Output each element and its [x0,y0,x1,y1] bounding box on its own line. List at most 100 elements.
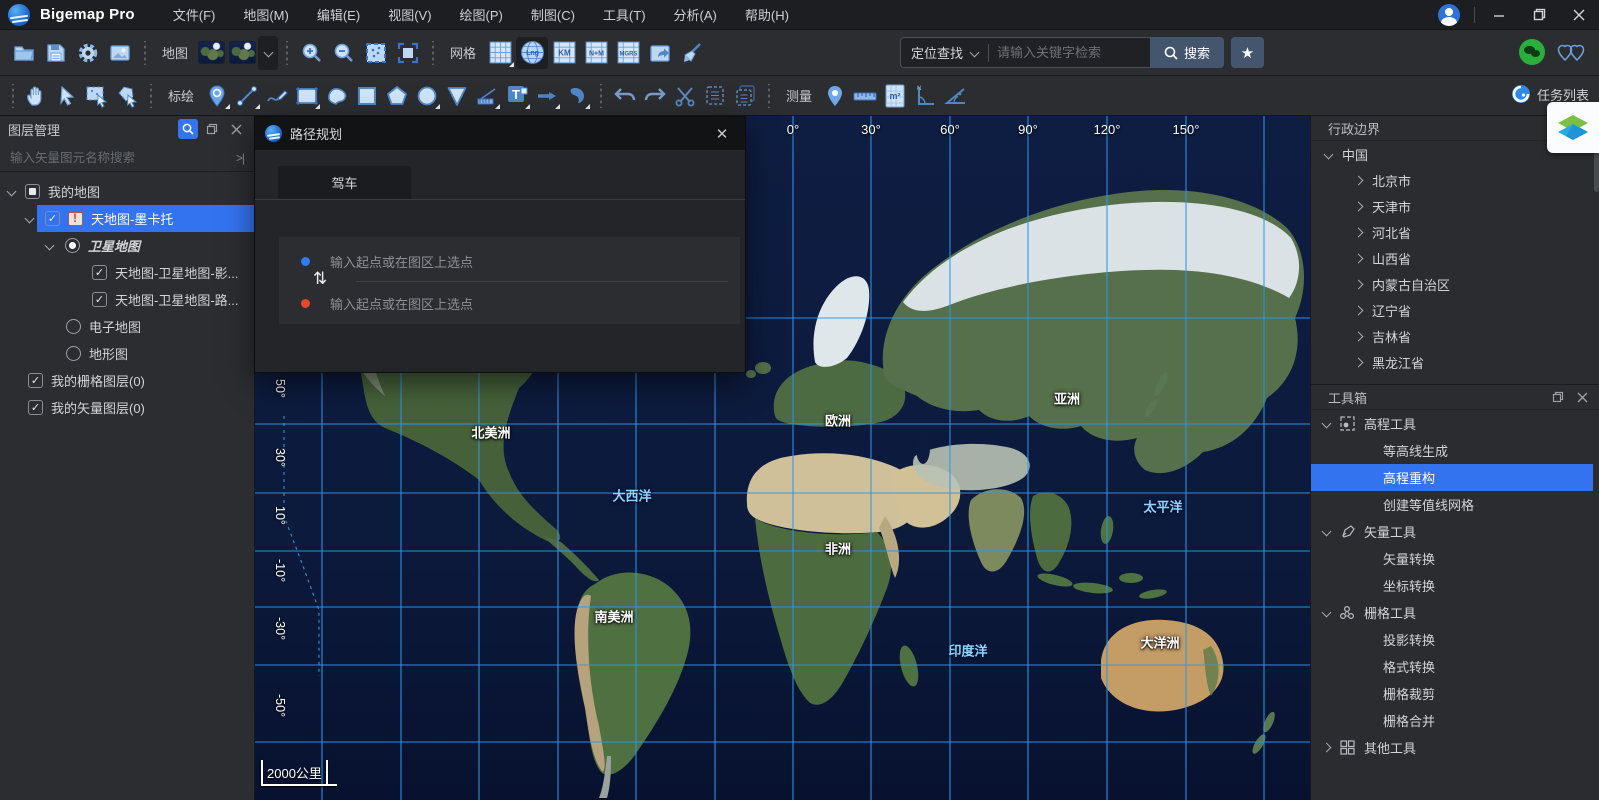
float-panel-icon[interactable] [202,119,222,139]
chevron-right-icon[interactable] [1322,743,1332,753]
clear-broom-button[interactable] [676,37,708,69]
layer-search-button[interactable] [178,119,198,139]
chevron-down-icon[interactable] [1322,527,1332,537]
tool-vector-convert[interactable]: 矢量转换 [1311,545,1599,572]
plot-freehand-polygon-tool[interactable] [322,81,352,111]
basemap-dropdown-button[interactable] [258,36,278,70]
checkbox-checked[interactable]: ✓ [28,400,43,415]
checkbox-checked[interactable]: ✓ [92,292,107,307]
tool-raster-merge[interactable]: 栅格合并 [1311,707,1599,734]
chevron-right-icon[interactable] [1354,357,1364,367]
dialog-title-bar[interactable]: 路径规划 ✕ [255,117,745,150]
plot-sector-tool[interactable] [442,81,472,111]
menu-analysis[interactable]: 分析(A) [662,1,729,28]
chevron-down-icon[interactable] [25,214,35,224]
grid-display-button[interactable] [484,37,516,69]
search-button[interactable]: 搜索 [1150,37,1224,68]
plot-rectangle-tool[interactable] [292,81,322,111]
select-rectangle-tool[interactable] [82,81,112,111]
select-polygon-tool[interactable] [112,81,142,111]
share-folder-button[interactable] [644,37,676,69]
measure-distance-tool[interactable] [850,81,880,111]
plot-line-tool[interactable] [232,81,262,111]
measure-point-tool[interactable] [820,81,850,111]
admin-tree-item-neimenggu[interactable]: 内蒙古自治区 [1311,271,1599,297]
admin-tree-item-jilin[interactable]: 吉林省 [1311,323,1599,349]
measure-azimuth-tool[interactable]: N [910,81,940,111]
radio-unselected[interactable] [66,319,81,334]
expand-arrow-icon[interactable]: >| [236,151,244,165]
chevron-down-icon[interactable] [1322,608,1332,618]
chevron-right-icon[interactable] [1354,201,1364,211]
copy-button[interactable] [700,81,730,111]
export-image-button[interactable] [104,37,136,69]
checkbox-checked[interactable]: ✓ [92,265,107,280]
toolbox-group-vector[interactable]: 矢量工具 [1311,518,1599,545]
undo-button[interactable] [610,81,640,111]
chevron-down-icon[interactable] [1322,419,1332,429]
plot-curve-tool[interactable] [262,81,292,111]
measure-angle-tool[interactable] [940,81,970,111]
close-button[interactable] [1559,0,1599,30]
admin-tree-item-hebei[interactable]: 河北省 [1311,219,1599,245]
grid-km-button[interactable]: KM [548,37,580,69]
settings-gear-button[interactable] [72,37,104,69]
radio-selected[interactable] [65,238,80,253]
basemap-thumbnail-2[interactable] [229,41,256,64]
layer-tree-item-my-vector[interactable]: ✓ 我的矢量图层(0) [0,394,254,421]
toolbox-group-raster[interactable]: 栅格工具 [1311,599,1599,626]
plot-circle-tool[interactable] [412,81,442,111]
layer-tree-item-electronic-map[interactable]: 电子地图 [0,313,254,340]
chevron-right-icon[interactable] [1354,227,1364,237]
plot-point-tool[interactable] [202,81,232,111]
save-button[interactable] [40,37,72,69]
toolbox-group-other[interactable]: 其他工具 [1311,734,1599,761]
layer-search-input[interactable] [10,151,236,165]
route-end-input[interactable]: 输入起点或在图区上选点 [279,285,740,321]
chevron-down-icon[interactable] [1324,149,1334,159]
plot-arrow-tool[interactable] [532,81,562,111]
menu-edit[interactable]: 编辑(E) [305,1,372,28]
cut-scissors-button[interactable] [670,81,700,111]
tool-create-isoline-grid[interactable]: 创建等值线网格 [1311,491,1599,518]
layer-tree-item-my-raster[interactable]: ✓ 我的栅格图层(0) [0,367,254,394]
open-file-button[interactable] [8,37,40,69]
grid-mgrs-button[interactable]: MGRS [612,37,644,69]
restore-button[interactable] [1519,0,1559,30]
menu-help[interactable]: 帮助(H) [733,1,801,28]
wechat-icon[interactable] [1519,39,1545,65]
plot-slope-tool[interactable] [472,81,502,111]
menu-map[interactable]: 地图(M) [231,1,301,28]
close-panel-icon[interactable] [1572,387,1592,407]
zoom-in-button[interactable] [296,37,328,69]
full-extent-button[interactable] [392,37,424,69]
admin-tree-item-heilongjiang[interactable]: 黑龙江省 [1311,349,1599,375]
menu-view[interactable]: 视图(V) [376,1,443,28]
checkbox-indeterminate[interactable] [25,184,40,199]
layer-tree-item-my-map[interactable]: 我的地图 [0,178,254,205]
layer-tree-item-terrain-map[interactable]: 地形图 [0,340,254,367]
tool-elevation-reconstruction[interactable]: 高程重构 [1311,464,1593,491]
dialog-close-icon[interactable]: ✕ [709,121,735,147]
tool-raster-clip[interactable]: 栅格裁剪 [1311,680,1599,707]
chevron-right-icon[interactable] [1354,305,1364,315]
route-start-input[interactable]: 输入起点或在图区上选点 [279,243,740,279]
admin-tree-item-beijing[interactable]: 北京市 [1311,167,1599,193]
menu-draw[interactable]: 绘图(P) [448,1,515,28]
plot-pentagon-tool[interactable] [382,81,412,111]
plot-text-tool[interactable]: T [502,81,532,111]
user-avatar[interactable] [1438,4,1460,26]
zoom-to-selection-button[interactable] [360,37,392,69]
chevron-right-icon[interactable] [1354,331,1364,341]
radio-unselected[interactable] [66,346,81,361]
task-list-button[interactable]: 任务列表 [1511,84,1589,104]
chevron-right-icon[interactable] [1354,253,1364,263]
chevron-right-icon[interactable] [1354,279,1364,289]
checkbox-checked[interactable]: ✓ [28,373,43,388]
search-mode-dropdown[interactable]: 定位查找 [901,43,988,62]
basemap-thumbnail-1[interactable] [198,41,225,64]
plot-assault-arrow-tool[interactable] [562,81,592,111]
menu-file[interactable]: 文件(F) [161,1,228,28]
zoom-out-button[interactable] [328,37,360,69]
paste-button[interactable] [730,81,760,111]
